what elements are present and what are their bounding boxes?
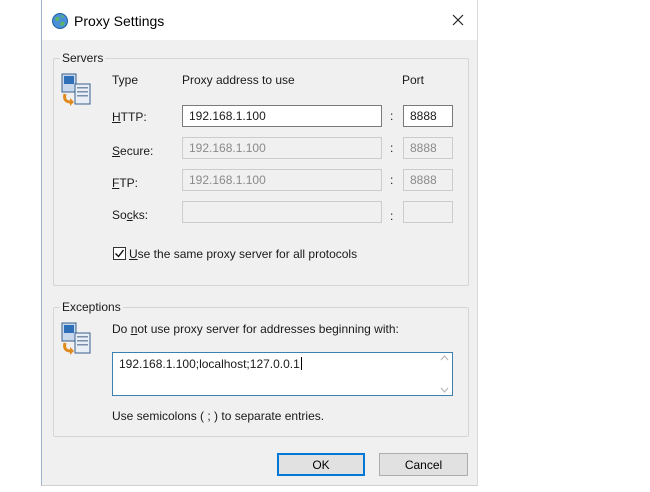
ftp-label: FTP: (112, 176, 139, 190)
http-address-input[interactable]: 192.168.1.100 (182, 105, 382, 127)
socks-port-input[interactable] (403, 201, 453, 223)
exceptions-textarea[interactable]: 192.168.1.100;localhost;127.0.0.1 (112, 352, 453, 396)
scroll-up-icon[interactable] (440, 355, 449, 361)
address-column-header: Proxy address to use (182, 73, 295, 87)
proxy-settings-dialog: Proxy Settings Servers Type Proxy addres… (41, 0, 478, 486)
secure-colon: : (390, 141, 394, 155)
ok-button[interactable]: OK (277, 453, 365, 476)
computer-network-icon (61, 73, 91, 106)
servers-legend: Servers (60, 51, 106, 65)
internet-globe-icon (52, 13, 68, 29)
textarea-scrollbar[interactable] (438, 355, 450, 393)
close-icon (452, 14, 464, 26)
secure-label: Secure: (112, 144, 154, 158)
text-caret (300, 357, 302, 370)
close-button[interactable] (441, 6, 475, 34)
same-proxy-label[interactable]: Use the same proxy server for all protoc… (129, 247, 357, 261)
checkmark-icon (115, 249, 125, 258)
ftp-port-input[interactable]: 8888 (403, 169, 453, 191)
exceptions-description: Do not use proxy server for addresses be… (112, 322, 399, 336)
type-column-header: Type (112, 73, 139, 87)
socks-colon: : (390, 209, 394, 223)
http-port-input[interactable]: 8888 (403, 105, 453, 127)
secure-port-input[interactable]: 8888 (403, 137, 453, 159)
scroll-down-icon[interactable] (440, 387, 449, 393)
socks-address-input[interactable] (182, 201, 382, 223)
secure-address-input[interactable]: 192.168.1.100 (182, 137, 382, 159)
http-label: HTTP: (112, 110, 147, 124)
ftp-colon: : (390, 173, 394, 187)
computer-network-icon (61, 322, 91, 355)
window-title: Proxy Settings (74, 13, 165, 29)
socks-label: Socks: (112, 208, 149, 222)
exceptions-hint: Use semicolons ( ; ) to separate entries… (112, 409, 325, 423)
cancel-button[interactable]: Cancel (379, 453, 468, 476)
exceptions-legend: Exceptions (60, 300, 123, 314)
ftp-address-input[interactable]: 192.168.1.100 (182, 169, 382, 191)
same-proxy-checkbox[interactable] (113, 247, 126, 260)
port-column-header: Port (402, 73, 425, 87)
title-bar: Proxy Settings (42, 0, 477, 40)
http-colon: : (390, 109, 394, 123)
exceptions-value: 192.168.1.100;localhost;127.0.0.1 (119, 357, 300, 371)
